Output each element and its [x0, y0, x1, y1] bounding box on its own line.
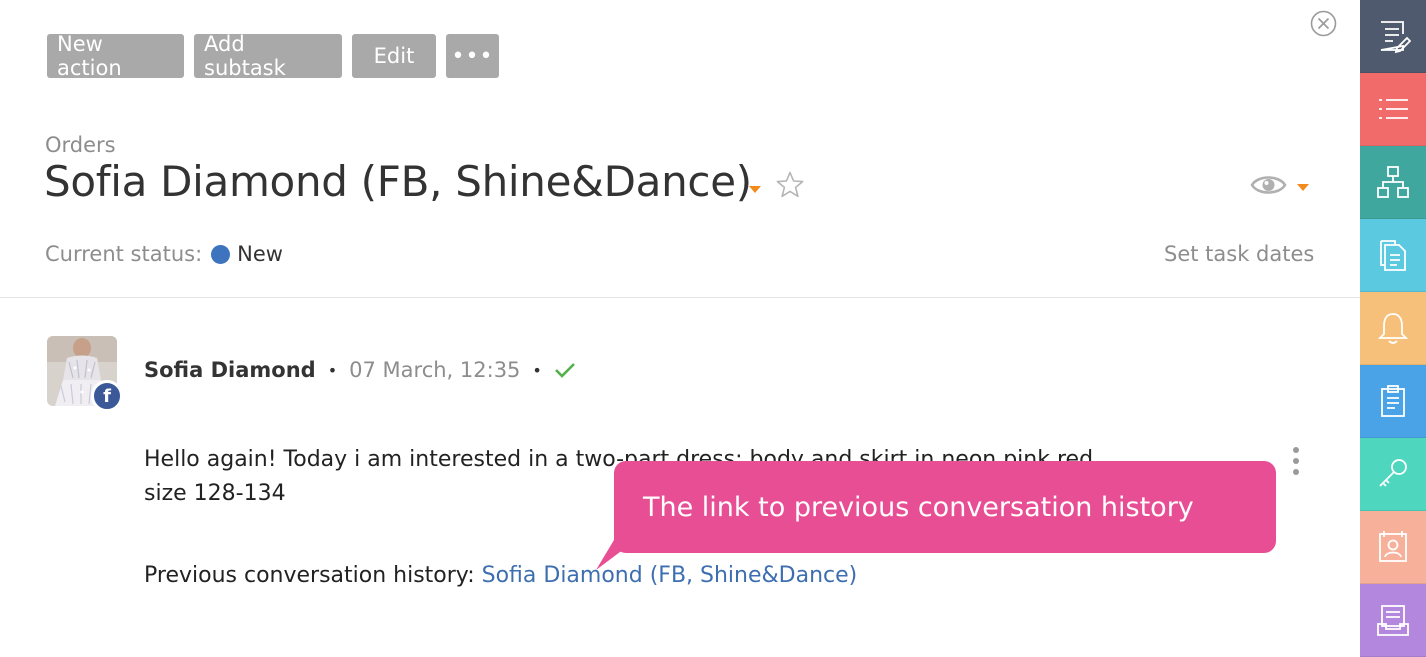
previous-history: Previous conversation history: Sofia Dia… — [144, 563, 857, 588]
separator-dot: • — [327, 360, 338, 380]
contact-card-icon — [1379, 531, 1407, 562]
facebook-icon: f — [91, 380, 123, 412]
sidebar-item-documents[interactable] — [1360, 219, 1426, 292]
sidebar-item-edit-note[interactable] — [1360, 0, 1426, 73]
inbox-icon — [1377, 605, 1409, 636]
sidebar-item-inbox[interactable] — [1360, 584, 1426, 657]
history-label: Previous conversation history: — [144, 563, 475, 588]
check-icon — [554, 363, 575, 378]
clipboard-icon — [1381, 385, 1405, 417]
callout-tooltip: The link to previous conversation histor… — [614, 461, 1276, 553]
kebab-menu-icon[interactable] — [1290, 446, 1302, 476]
status-value[interactable]: New — [237, 242, 283, 266]
hierarchy-icon — [1377, 166, 1409, 198]
current-status: Current status: New — [45, 242, 283, 266]
key-icon — [1379, 459, 1407, 487]
watchers-dropdown-icon[interactable] — [1296, 182, 1310, 192]
sidebar-item-notifications[interactable] — [1360, 292, 1426, 365]
eye-icon[interactable] — [1250, 172, 1287, 198]
star-icon[interactable] — [775, 170, 805, 200]
sidebar-item-list[interactable] — [1360, 73, 1426, 146]
list-icon — [1379, 99, 1408, 119]
history-link[interactable]: Sofia Diamond (FB, Shine&Dance) — [482, 563, 858, 588]
edit-button[interactable]: Edit — [352, 34, 436, 78]
title-dropdown-icon[interactable] — [748, 184, 762, 194]
sidebar-item-contacts[interactable] — [1360, 511, 1426, 584]
task-panel: New action Add subtask Edit ••• Orders S… — [0, 0, 1360, 647]
page-title: Sofia Diamond (FB, Shine&Dance) — [44, 157, 752, 206]
separator-dot: • — [532, 360, 542, 380]
bell-icon — [1377, 313, 1409, 344]
toolbar: New action Add subtask Edit ••• — [47, 32, 499, 80]
new-action-button[interactable]: New action — [47, 32, 184, 80]
set-task-dates-link[interactable]: Set task dates — [1164, 242, 1314, 266]
close-icon[interactable] — [1310, 10, 1337, 37]
sidebar-item-hierarchy[interactable] — [1360, 146, 1426, 219]
sidebar-item-key[interactable] — [1360, 438, 1426, 511]
message-header: Sofia Diamond • 07 March, 12:35 • — [144, 358, 576, 382]
divider — [0, 297, 1360, 298]
add-subtask-button[interactable]: Add subtask — [194, 32, 342, 80]
status-label: Current status: — [45, 242, 203, 266]
breadcrumb[interactable]: Orders — [45, 133, 116, 157]
right-sidebar — [1360, 0, 1426, 657]
edit-note-icon — [1380, 21, 1411, 54]
message-author[interactable]: Sofia Diamond — [144, 358, 316, 382]
status-dot — [211, 244, 231, 264]
documents-icon — [1380, 240, 1406, 271]
sidebar-item-clipboard[interactable] — [1360, 365, 1426, 438]
more-options-button[interactable]: ••• — [446, 34, 499, 78]
message-time: 07 March, 12:35 — [349, 358, 521, 382]
